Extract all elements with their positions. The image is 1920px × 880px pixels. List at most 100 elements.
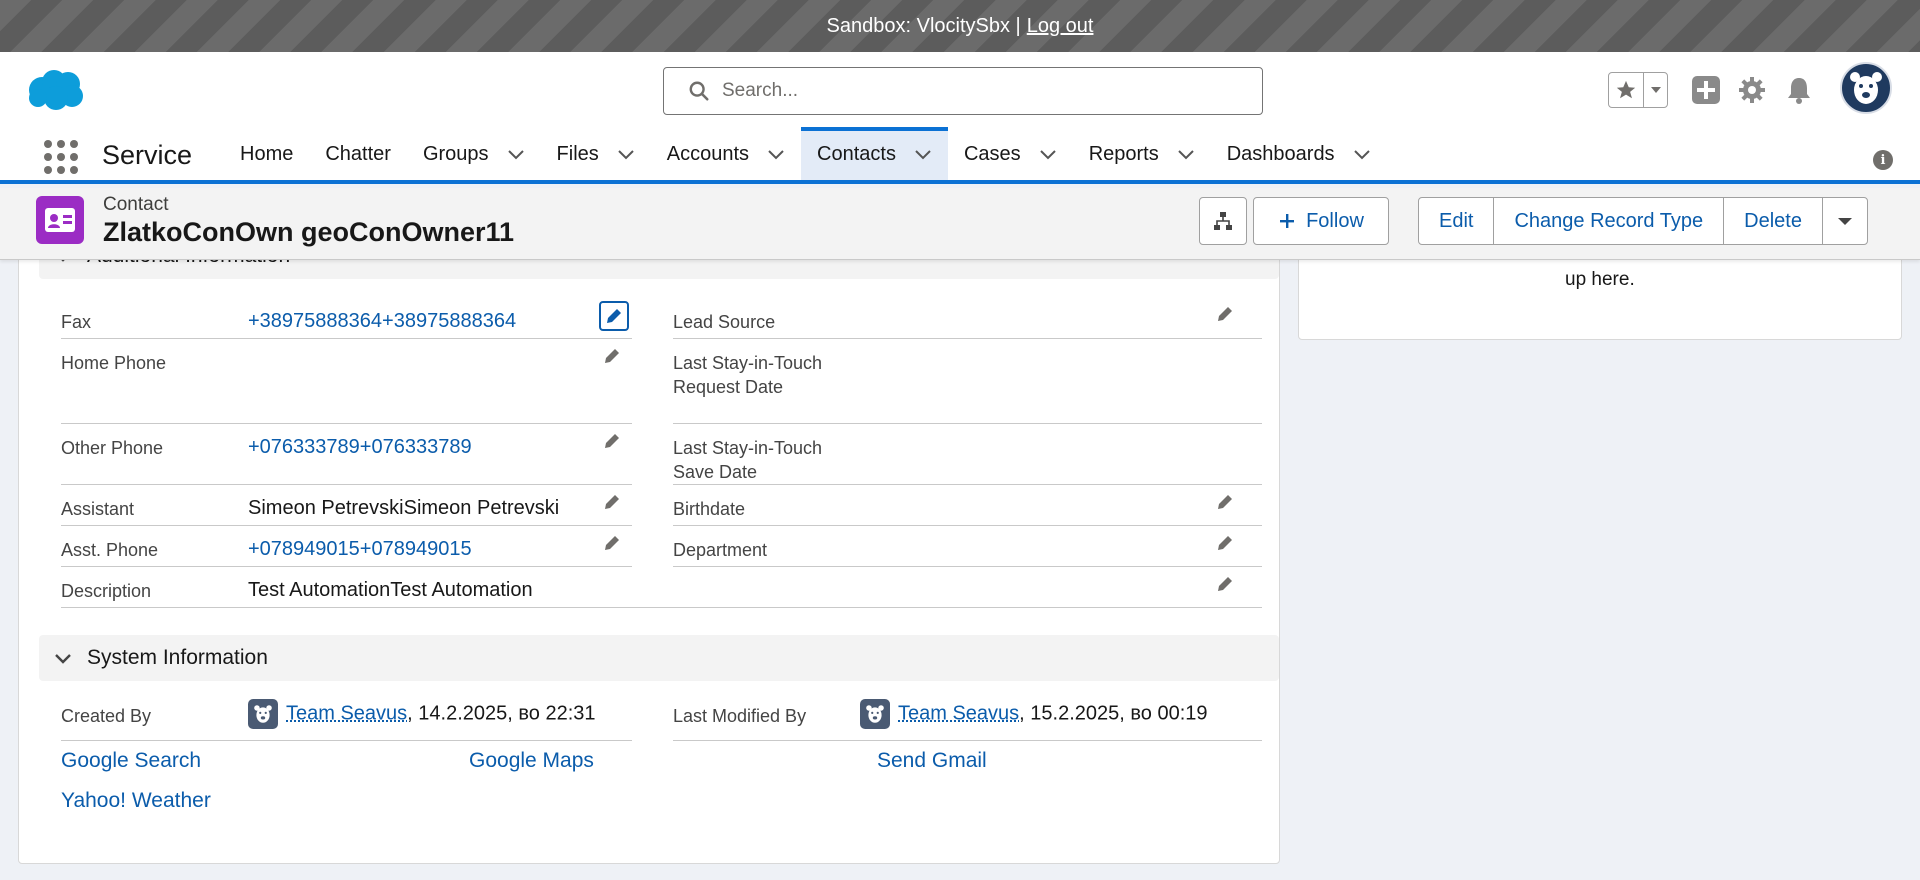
nav-tab-cases[interactable]: Cases [948,128,1073,180]
edit-description-icon[interactable] [1214,573,1236,595]
chevron-down-icon[interactable] [1177,145,1195,163]
google-maps-link[interactable]: Google Maps [469,749,594,773]
assistant-value: Simeon PetrevskiSimeon Petrevski [248,497,560,519]
chevron-down-icon[interactable] [1039,145,1057,163]
field-divider [673,423,1262,424]
modified-by-date: , 15.2.2025, во 00:19 [1019,702,1208,725]
created-by-user-link[interactable]: Team Seavus [286,702,407,724]
field-divider [61,484,632,485]
nav-tab-home[interactable]: Home [224,128,309,180]
edit-birthdate-icon[interactable] [1214,491,1236,513]
field-divider [61,525,632,526]
global-header [0,52,1920,128]
nav-tab-files[interactable]: Files [541,128,651,180]
chevron-down-icon[interactable] [1353,145,1371,163]
record-highlights: Contact ZlatkoConOwn geoConOwner11 Follo… [0,188,1920,260]
birthdate-label: Birthdate [673,499,746,519]
system-info-section-header[interactable]: System Information [39,635,1279,681]
nav-tab-label: Chatter [325,142,391,165]
contact-icon [36,196,84,244]
edit-fax-icon[interactable] [599,301,629,331]
other-phone-label: Other Phone [61,438,164,458]
description-value: Test AutomationTest Automation [248,579,533,601]
favorites-menu-button[interactable] [1643,73,1667,107]
chevron-down-icon [55,654,71,664]
user-avatar[interactable] [1840,62,1892,114]
fax-label: Fax [61,312,92,332]
edit-other-phone-icon[interactable] [601,430,623,452]
google-search-link[interactable]: Google Search [61,749,201,773]
salesforce-logo[interactable] [24,68,86,112]
nav-tab-label: Cases [963,142,1021,165]
record-actions: Edit Change Record Type Delete [1418,197,1868,245]
edit-lead-source-icon[interactable] [1214,303,1236,325]
caret-down-icon [1837,218,1852,225]
send-gmail-link[interactable]: Send Gmail [877,749,987,773]
edit-button[interactable]: Edit [1419,198,1493,244]
fax-value[interactable]: +38975888364+38975888364 [248,309,516,333]
chevron-down-icon[interactable] [507,145,525,163]
nav-tab-chatter[interactable]: Chatter [309,128,407,180]
yahoo-weather-link[interactable]: Yahoo! Weather [61,789,211,813]
search-input[interactable] [722,80,1262,102]
logout-link[interactable]: Log out [1027,15,1094,38]
side-panel-text: up here. [1565,269,1635,290]
record-type-label: Contact [103,194,169,215]
nav-tab-contacts[interactable]: Contacts [801,127,948,180]
app-launcher-icon[interactable] [42,138,78,174]
lead-source-label: Lead Source [673,312,776,332]
gear-icon [1739,77,1765,103]
department-label: Department [673,540,768,560]
field-divider [673,484,1262,485]
setup-button[interactable] [1736,74,1768,106]
record-name: ZlatkoConOwn geoConOwner11 [103,217,515,247]
app-navigation: Service Home Chatter Groups Files Accounts Co… [0,127,1920,184]
user-avatar-icon [248,699,278,729]
follow-button[interactable]: Follow [1253,197,1389,245]
edit-asst-phone-icon[interactable] [601,532,623,554]
nav-tab-dashboards[interactable]: Dashboards [1211,128,1387,180]
sandbox-banner: Sandbox: VlocitySbx | Log out [0,0,1920,52]
app-name: Service [102,140,193,170]
hierarchy-button[interactable] [1199,197,1247,245]
nav-tab-label: Files [556,142,599,165]
delete-button[interactable]: Delete [1723,198,1822,244]
info-icon[interactable]: i [1873,150,1893,170]
other-phone-value[interactable]: +076333789+076333789 [248,435,472,459]
nav-tab-label: Home [240,142,294,165]
user-avatar-icon [860,699,890,729]
favorites-group [1608,72,1668,108]
nav-tab-reports[interactable]: Reports [1073,128,1211,180]
add-icon [1692,76,1720,104]
nav-tab-accounts[interactable]: Accounts [651,128,801,180]
field-divider [673,525,1262,526]
assistant-label: Assistant [61,499,135,519]
created-by-value: Team Seavus, 14.2.2025, во 22:31 [248,699,596,729]
sandbox-label: Sandbox: VlocitySbx | [826,14,1021,37]
section-title: System Information [87,646,268,669]
favorite-star-button[interactable] [1609,73,1643,107]
chevron-down-icon[interactable] [617,145,635,163]
bell-icon [1788,78,1810,104]
notifications-button[interactable] [1783,74,1815,106]
modified-by-user-link[interactable]: Team Seavus [898,702,1019,724]
chevron-down-icon[interactable] [767,145,785,163]
edit-home-phone-icon[interactable] [601,345,623,367]
global-actions-button[interactable] [1690,74,1722,106]
more-actions-button[interactable] [1821,198,1867,244]
global-search[interactable] [663,67,1263,115]
nav-tab-label: Dashboards [1226,142,1335,165]
asst-phone-value[interactable]: +078949015+078949015 [248,537,472,561]
edit-assistant-icon[interactable] [601,491,623,513]
follow-label: Follow [1306,209,1364,232]
change-record-type-button[interactable]: Change Record Type [1493,198,1723,244]
chevron-down-icon[interactable] [914,145,932,163]
nav-tab-groups[interactable]: Groups [407,128,541,180]
record-detail-card: Additional Information Fax +38975888364+… [18,233,1280,864]
edit-department-icon[interactable] [1214,532,1236,554]
modified-by-value: Team Seavus, 15.2.2025, во 00:19 [860,699,1208,729]
modified-by-label: Last Modified By [673,706,807,726]
nav-tabs: Home Chatter Groups Files Accounts Contacts Ca… [224,127,1387,180]
field-divider [673,566,1262,567]
star-icon [1616,80,1636,99]
